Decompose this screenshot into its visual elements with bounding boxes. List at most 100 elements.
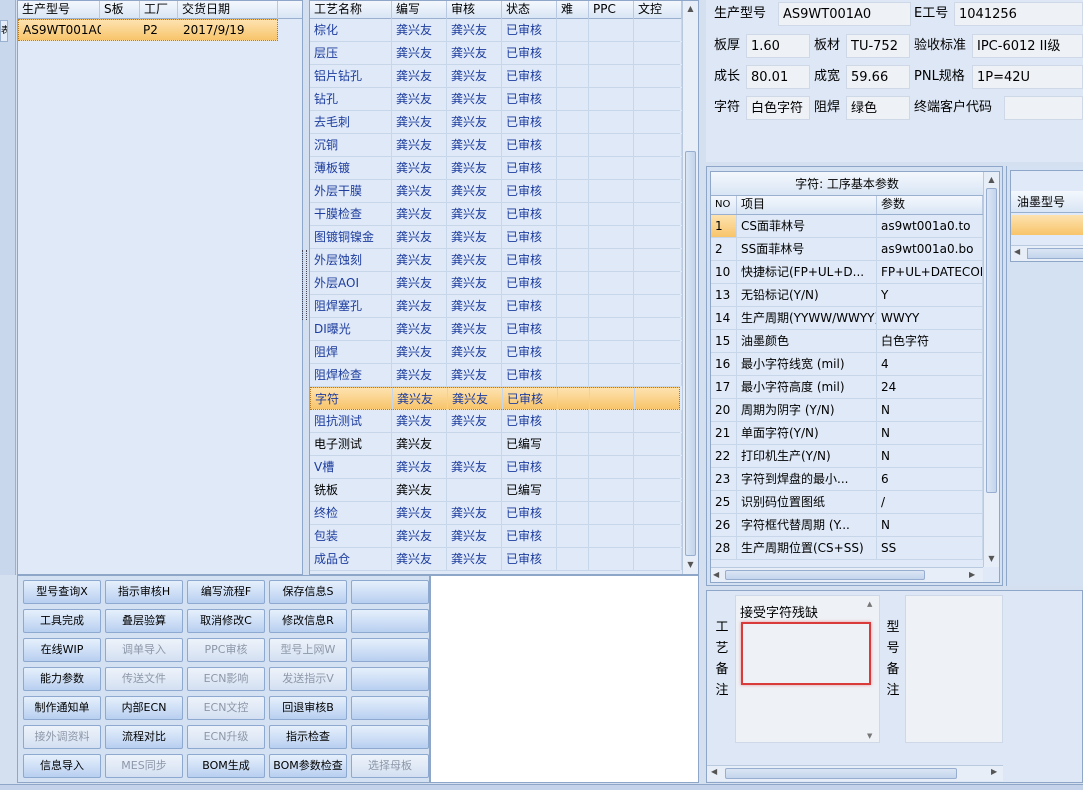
param-row[interactable]: 20 周期为阴字 (Y/N) N [711,399,983,422]
col-header-factory[interactable]: 工厂 [140,1,178,19]
standard-field[interactable]: IPC-6012 II级 [972,34,1083,58]
scroll-down-icon[interactable]: ▼ [867,732,872,740]
action-button[interactable]: PPC审核 [187,638,265,662]
action-button[interactable]: 接外调资料 [23,725,101,749]
scroll-right-icon[interactable]: ▶ [969,568,975,582]
process-row[interactable]: 阻焊塞孔 龚兴友 龚兴友 已审核 [310,295,682,318]
col-header-item[interactable]: 项目 [737,196,877,214]
action-button[interactable]: 在线WIP [23,638,101,662]
scroll-down-icon[interactable]: ▼ [984,553,999,565]
action-button[interactable]: 编写流程F [187,580,265,604]
param-row[interactable]: 13 无铅标记(Y/N) Y [711,284,983,307]
action-button[interactable]: 流程对比 [105,725,183,749]
customer-field[interactable] [1004,96,1083,120]
col-header-doc-control[interactable]: 文控 [634,1,682,19]
action-button[interactable] [351,638,429,662]
h-scroll-thumb[interactable] [1027,248,1083,259]
col-header-ppc[interactable]: PPC [589,1,634,19]
action-button[interactable]: BOM生成 [187,754,265,778]
action-button[interactable] [351,696,429,720]
char-field[interactable]: 白色字符 [746,96,810,120]
action-button[interactable]: 发送指示V [269,667,347,691]
process-remark-field[interactable]: 接受字符残缺 ▲ ▼ [735,595,880,743]
mask-field[interactable]: 绿色 [846,96,910,120]
pnl-field[interactable]: 1P=42U [972,65,1083,89]
col-header-process[interactable]: 工艺名称 [310,1,392,19]
action-button[interactable] [351,725,429,749]
scroll-up-icon[interactable]: ▲ [683,3,698,15]
param-hscrollbar[interactable]: ◀ ▶ [711,567,983,582]
action-button[interactable]: 叠层验算 [105,609,183,633]
model-field[interactable]: AS9WT001A0 [778,2,911,26]
ink-grid-header[interactable]: 油墨型号 [1011,191,1083,213]
process-row[interactable]: 外层干膜 龚兴友 龚兴友 已审核 [310,180,682,203]
process-row[interactable]: 铝片钻孔 龚兴友 龚兴友 已审核 [310,65,682,88]
process-row[interactable]: 去毛刺 龚兴友 龚兴友 已审核 [310,111,682,134]
action-button[interactable]: 指示检查 [269,725,347,749]
param-row[interactable]: 14 生产周期(YYWW/WWYY) WWYY [711,307,983,330]
process-row[interactable]: 阻焊检查 龚兴友 龚兴友 已审核 [310,364,682,387]
col-header-value[interactable]: 参数 [877,196,983,214]
process-row[interactable]: 棕化 龚兴友 龚兴友 已审核 [310,19,682,42]
param-row[interactable]: 26 字符框代替周期 (Y... N [711,514,983,537]
e-no-field[interactable]: 1041256 [954,2,1083,26]
col-header-no[interactable]: NO [711,196,737,214]
param-row[interactable]: 15 油墨颜色 白色字符 [711,330,983,353]
process-row[interactable]: 铣板 龚兴友 已编写 [310,479,682,502]
scroll-up-icon[interactable]: ▲ [867,600,872,608]
model-remark-field[interactable] [905,595,1003,743]
process-row[interactable]: 包装 龚兴友 龚兴友 已审核 [310,525,682,548]
process-row[interactable]: 图镀铜镍金 龚兴友 龚兴友 已审核 [310,226,682,249]
process-row[interactable]: DI曝光 龚兴友 龚兴友 已审核 [310,318,682,341]
col-header-status[interactable]: 状态 [502,1,557,19]
process-row[interactable]: 阻抗测试 龚兴友 龚兴友 已审核 [310,410,682,433]
scroll-thumb[interactable] [986,188,997,493]
action-button[interactable] [351,667,429,691]
action-button[interactable]: 选择母板 [351,754,429,778]
param-row[interactable]: 22 打印机生产(Y/N) N [711,445,983,468]
process-row[interactable]: 外层AOI 龚兴友 龚兴友 已审核 [310,272,682,295]
h-scroll-thumb[interactable] [725,570,925,580]
action-button[interactable]: 取消修改C [187,609,265,633]
process-row[interactable]: 阻焊 龚兴友 龚兴友 已审核 [310,341,682,364]
action-button[interactable]: 调单导入 [105,638,183,662]
action-button[interactable]: 指示审核H [105,580,183,604]
length-field[interactable]: 80.01 [746,65,810,89]
process-row[interactable]: 电子测试 龚兴友 已编写 [310,433,682,456]
scroll-left-icon[interactable]: ◀ [1014,247,1020,256]
process-row[interactable]: 钻孔 龚兴友 龚兴友 已审核 [310,88,682,111]
action-button[interactable]: 修改信息R [269,609,347,633]
action-button[interactable] [351,609,429,633]
action-button[interactable]: 能力参数 [23,667,101,691]
param-row[interactable]: 21 单面字符(Y/N) N [711,422,983,445]
process-row[interactable]: 沉铜 龚兴友 龚兴友 已审核 [310,134,682,157]
action-button[interactable] [351,580,429,604]
model-row[interactable]: AS9WT001A0 P2 2017/9/19 [18,19,278,41]
splitter-handle[interactable] [302,250,307,320]
process-row[interactable]: 干膜检查 龚兴友 龚兴友 已审核 [310,203,682,226]
action-button[interactable]: 信息导入 [23,754,101,778]
action-button[interactable]: 回退审核B [269,696,347,720]
scroll-left-icon[interactable]: ◀ [711,767,717,776]
action-button[interactable]: 工具完成 [23,609,101,633]
action-button[interactable]: 保存信息S [269,580,347,604]
action-button[interactable]: ECN升级 [187,725,265,749]
col-header-difficulty[interactable]: 难 [557,1,589,19]
left-edge-tab[interactable]: 表 [0,20,8,42]
action-button[interactable]: ECN文控 [187,696,265,720]
col-header-writer[interactable]: 编写 [392,1,447,19]
process-row[interactable]: 外层蚀刻 龚兴友 龚兴友 已审核 [310,249,682,272]
scroll-down-icon[interactable]: ▼ [683,559,698,571]
param-row[interactable]: 23 字符到焊盘的最小... 6 [711,468,983,491]
scroll-thumb[interactable] [685,151,696,556]
process-row[interactable]: 终检 龚兴友 龚兴友 已审核 [310,502,682,525]
col-header-model[interactable]: 生产型号 [18,1,100,19]
col-header-reviewer[interactable]: 审核 [447,1,502,19]
param-row[interactable]: 10快捷标记(FP+UL+D...FP+UL+DATECODE [711,261,983,284]
param-row[interactable]: 2 SS面菲林号 as9wt001a0.bo [711,238,983,261]
scroll-up-icon[interactable]: ▲ [984,174,999,186]
process-scrollbar[interactable]: ▲ ▼ [682,1,698,574]
param-row[interactable]: 1 CS面菲林号 as9wt001a0.to [711,215,983,238]
width-field[interactable]: 59.66 [846,65,910,89]
action-button[interactable]: BOM参数检查 [269,754,347,778]
